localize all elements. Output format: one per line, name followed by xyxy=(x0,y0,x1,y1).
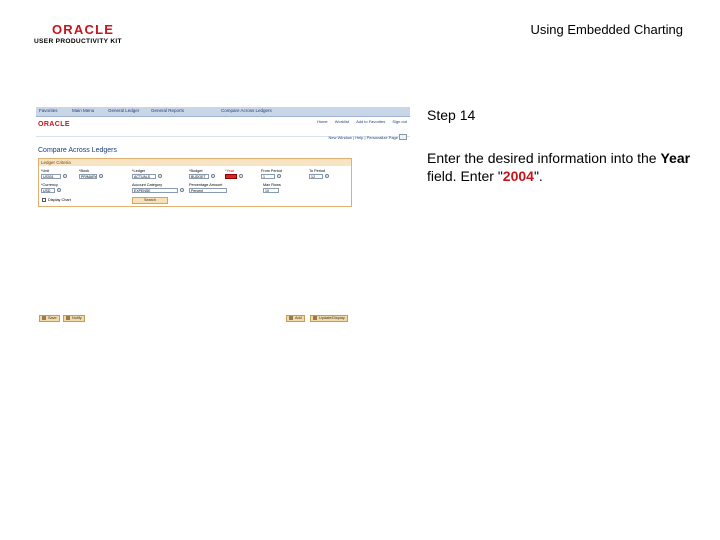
from-period-input[interactable]: 1 xyxy=(261,174,275,179)
nav-add-favorites[interactable]: Add to Favorites xyxy=(356,119,385,124)
display-chart-checkbox[interactable] xyxy=(42,198,46,202)
display-chart-label: Display Chart xyxy=(48,198,71,202)
save-button[interactable]: Save xyxy=(39,315,60,322)
unit-input[interactable]: US001 xyxy=(41,174,61,179)
menu-bar: Favorites Main Menu General Ledger Gener… xyxy=(36,107,410,117)
menu-main[interactable]: Main Menu xyxy=(72,108,94,113)
search-button[interactable]: Search xyxy=(132,197,168,204)
update-display-label: Update/Display xyxy=(319,316,345,320)
to-period-input[interactable]: 12 xyxy=(309,174,323,179)
ledger-label: *Ledger xyxy=(132,169,146,173)
percentage-label: Percentage Amount xyxy=(189,183,223,187)
menu-compare-ledgers[interactable]: Compare Across Ledgers xyxy=(221,108,272,113)
notify-button[interactable]: Notify xyxy=(63,315,85,322)
step-instruction: Enter the desired information into the Y… xyxy=(427,149,697,185)
currency-label: *Currency xyxy=(41,183,58,187)
nav-sign-out[interactable]: Sign out xyxy=(392,119,407,124)
document-title: Using Embedded Charting xyxy=(530,22,683,37)
menu-general-ledger[interactable]: General Ledger xyxy=(108,108,139,113)
save-label: Save xyxy=(48,316,57,320)
ledger-input[interactable]: ACTUALS xyxy=(132,174,156,179)
menu-favorites[interactable]: Favorites xyxy=(39,108,58,113)
ledger-criteria-panel: Ledger Criteria *Unit US001 *Book PRIMAR… xyxy=(38,158,352,207)
account-category-lookup-icon[interactable] xyxy=(180,188,184,192)
unit-lookup-icon[interactable] xyxy=(63,174,67,178)
update-display-button[interactable]: Update/Display xyxy=(310,315,348,322)
unit-label: *Unit xyxy=(41,169,50,173)
save-icon xyxy=(42,316,46,320)
max-rows-input[interactable]: 10 xyxy=(263,188,279,193)
application-screenshot: Favorites Main Menu General Ledger Gener… xyxy=(36,107,410,327)
max-rows-label: Max Rows xyxy=(263,183,281,187)
logo-brand: ORACLE xyxy=(52,22,115,37)
percentage-select[interactable]: Percent xyxy=(189,188,227,193)
page-title: Compare Across Ledgers xyxy=(38,147,117,154)
from-period-lookup-icon[interactable] xyxy=(277,174,281,178)
app-logo: ORACLE xyxy=(38,121,70,128)
add-button[interactable]: Add xyxy=(286,315,305,322)
year-input[interactable] xyxy=(225,174,237,179)
add-label: Add xyxy=(295,316,302,320)
ledger-lookup-icon[interactable] xyxy=(158,174,162,178)
account-category-input[interactable]: EXPENSE xyxy=(132,188,178,193)
step-number: Step 14 xyxy=(427,107,476,123)
budget-input[interactable]: BUDGET xyxy=(189,174,209,179)
page-options-icon[interactable] xyxy=(399,134,407,140)
oracle-upk-logo: ORACLE USER PRODUCTIVITY KIT xyxy=(34,22,134,48)
logo-product: USER PRODUCTIVITY KIT xyxy=(34,38,122,45)
instruction-field-name: Year xyxy=(660,150,691,166)
year-lookup-icon[interactable] xyxy=(239,174,243,178)
currency-input[interactable]: USD xyxy=(41,188,55,193)
currency-lookup-icon[interactable] xyxy=(57,188,61,192)
nav-home[interactable]: Home xyxy=(317,119,328,124)
budget-label: *Budget xyxy=(189,169,203,173)
menu-general-reports[interactable]: General Reports xyxy=(151,108,184,113)
to-period-label: To Period xyxy=(309,169,326,173)
add-icon xyxy=(289,316,293,320)
instruction-prefix: Enter the desired information into the xyxy=(427,150,661,166)
panel-title: Ledger Criteria xyxy=(39,159,351,166)
nav-worklist[interactable]: Worklist xyxy=(335,119,349,124)
instruction-suffix: ". xyxy=(533,168,543,184)
universal-nav: Home Worklist Add to Favorites Sign out xyxy=(311,119,407,124)
instruction-value: 2004 xyxy=(502,168,534,184)
to-period-lookup-icon[interactable] xyxy=(325,174,329,178)
brand-row: ORACLE Home Worklist Add to Favorites Si… xyxy=(36,117,410,137)
page-links[interactable]: New Window | Help | Personalize Page xyxy=(329,135,398,140)
instruction-middle: field. Enter " xyxy=(427,168,503,184)
book-lookup-icon[interactable] xyxy=(99,174,103,178)
account-category-label: Account Category xyxy=(132,183,163,187)
budget-lookup-icon[interactable] xyxy=(211,174,215,178)
from-period-label: From Period xyxy=(261,169,282,173)
book-input[interactable]: PRIMARY xyxy=(79,174,97,179)
notify-label: Notify xyxy=(72,316,82,320)
update-display-icon xyxy=(313,316,317,320)
book-label: *Book xyxy=(79,169,90,173)
year-label: *Year xyxy=(225,169,235,173)
notify-icon xyxy=(66,316,70,320)
